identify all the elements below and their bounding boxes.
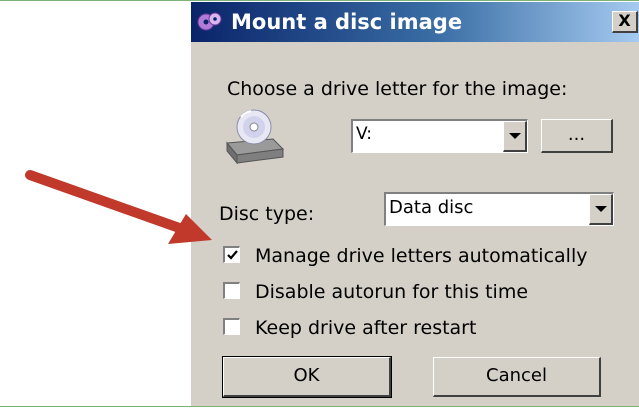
red-pointer-arrow bbox=[25, 170, 212, 244]
